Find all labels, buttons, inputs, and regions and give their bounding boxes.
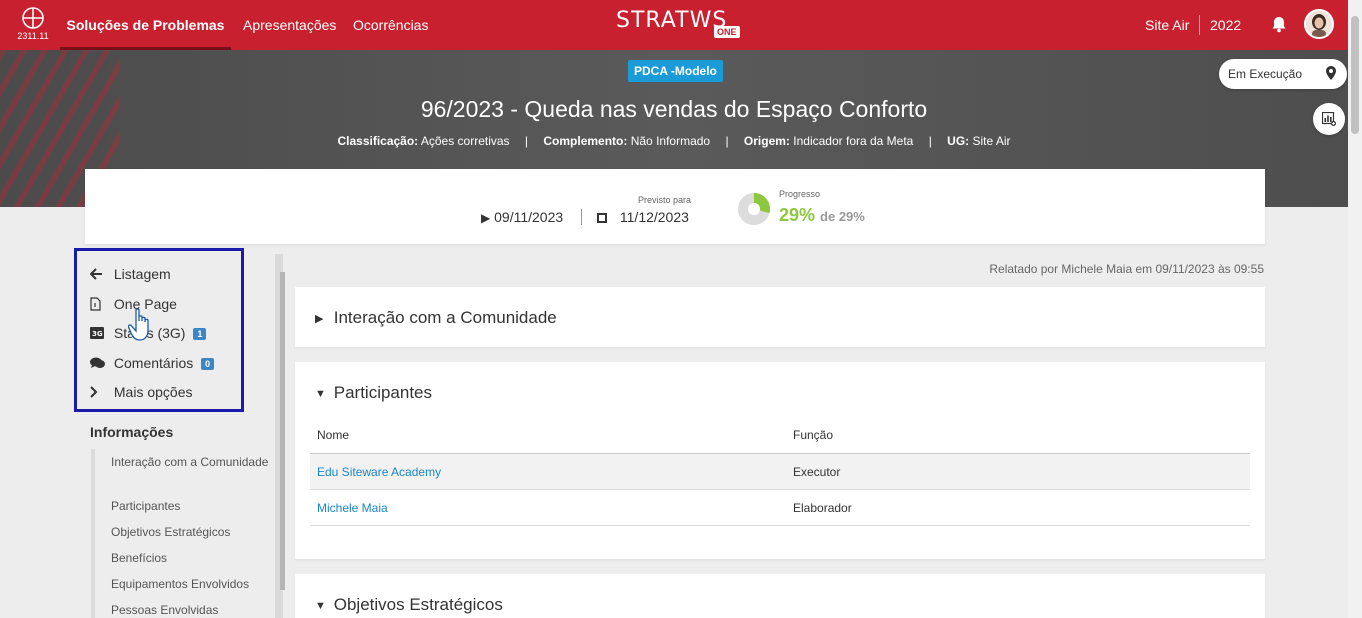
progress-label: Progresso <box>779 189 821 199</box>
meta-value-complemento: Não Informado <box>630 134 711 148</box>
panel-community: ▶ Interação com a Comunidade <box>295 287 1265 347</box>
top-navbar: 2311.11 Soluções de Problemas Apresentaç… <box>0 0 1362 50</box>
comments-count-badge: 0 <box>201 358 215 371</box>
model-badge: PDCA -Modelo <box>628 60 723 82</box>
date-progress-card: ▶ 09/11/2023 Previsto para 11/12/2023 Pr… <box>85 169 1265 244</box>
start-date-value: 09/11/2023 <box>494 209 564 225</box>
info-nav-list: Interação com a Comunidade Participantes… <box>91 449 271 618</box>
panel-objectives-header[interactable]: ▼ Objetivos Estratégicos <box>315 595 503 615</box>
participant-link[interactable]: Michele Maia <box>317 501 388 515</box>
play-icon: ▶ <box>481 211 491 225</box>
chart-add-icon <box>1322 112 1336 126</box>
user-avatar[interactable] <box>1304 9 1334 39</box>
meta-separator: | <box>928 134 932 148</box>
status-selector[interactable]: Em Execução <box>1219 59 1347 89</box>
nav-solucoes[interactable]: Soluções de Problemas <box>60 0 231 50</box>
logo-icon <box>22 7 44 29</box>
status-count-badge: 1 <box>193 328 207 341</box>
end-date: 11/12/2023 <box>597 209 689 225</box>
sidebar-item-label: Mais opções <box>113 384 193 400</box>
panel-participants-header[interactable]: ▼ Participantes <box>315 383 432 403</box>
meta-label-origem: Origem: <box>743 134 790 148</box>
brand-logo[interactable]: STRATWS ONE <box>616 8 740 42</box>
meta-value-classificacao: Ações corretivas <box>420 134 510 148</box>
page-scrollbar-thumb[interactable] <box>1351 16 1359 134</box>
panel-objectives: ▼ Objetivos Estratégicos <box>295 574 1265 618</box>
divider <box>581 209 582 225</box>
panel-participants: ▼ Participantes Nome Função Edu Siteware… <box>295 362 1265 559</box>
caret-down-icon: ▼ <box>315 599 326 612</box>
end-date-value: 11/12/2023 <box>619 209 689 225</box>
brand-name: STRATWS <box>616 8 728 33</box>
svg-text:3G: 3G <box>92 330 103 338</box>
page-scrollbar[interactable] <box>1348 0 1362 618</box>
brand-suffix: ONE <box>714 26 740 38</box>
panel-title: Interação com a Comunidade <box>333 308 557 327</box>
info-item-interacao[interactable]: Interação com a Comunidade <box>111 454 271 471</box>
info-item-objetivos[interactable]: Objetivos Estratégicos <box>111 524 271 541</box>
table-row: Michele Maia Elaborador <box>310 489 1250 526</box>
status-label: Em Execução <box>1228 67 1303 81</box>
document-icon <box>90 297 110 314</box>
meta-label-classificacao: Classificação: <box>337 134 419 148</box>
app-version: 2311.11 <box>17 31 49 41</box>
panel-title: Participantes <box>333 383 433 402</box>
progress-value: 29% de 29% <box>779 205 865 226</box>
meta-label-ug: UG: <box>947 134 970 148</box>
meta-label-complemento: Complemento: <box>543 134 628 148</box>
reported-by: Relatado por Michele Maia em 09/11/2023 … <box>989 262 1264 276</box>
column-header-nome: Nome <box>310 417 786 454</box>
site-selector[interactable]: Site Air <box>1145 17 1189 33</box>
participants-table: Nome Função Edu Siteware Academy Executo… <box>310 417 1250 526</box>
panel-title: Objetivos Estratégicos <box>333 595 503 614</box>
status-3g-icon: 3G <box>90 326 110 342</box>
meta-value-origem: Indicador fora da Meta <box>793 134 914 148</box>
caret-right-icon: ▶ <box>315 313 324 326</box>
bell-icon[interactable] <box>1271 16 1287 38</box>
participant-link[interactable]: Edu Siteware Academy <box>317 465 441 479</box>
table-row: Edu Siteware Academy Executor <box>310 453 1250 490</box>
progress-donut <box>738 193 770 225</box>
info-item-participantes[interactable]: Participantes <box>111 498 271 515</box>
participant-role-cell: Executor <box>786 453 1250 490</box>
info-item-beneficios[interactable]: Benefícios <box>111 550 271 567</box>
sidebar-item-label: Comentários <box>113 355 194 371</box>
nav-apresentacoes[interactable]: Apresentações <box>243 0 336 50</box>
problem-meta: Classificação: Ações corretivas | Comple… <box>0 134 1348 148</box>
meta-value-ug: Site Air <box>972 134 1011 148</box>
chevron-right-icon <box>90 385 110 401</box>
comments-icon <box>90 356 110 372</box>
table-header-row: Nome Função <box>310 417 1250 454</box>
info-item-equipamentos[interactable]: Equipamentos Envolvidos <box>111 576 271 593</box>
sidebar-scrollbar-thumb[interactable] <box>280 272 285 590</box>
progress-of: de 29% <box>820 209 865 224</box>
caret-down-icon: ▼ <box>315 387 326 400</box>
stop-icon <box>597 213 607 223</box>
nav-ocorrencias[interactable]: Ocorrências <box>353 0 428 50</box>
add-report-button[interactable] <box>1313 103 1345 135</box>
sidebar-item-comentarios[interactable]: Comentários 0 <box>90 355 215 372</box>
meta-separator: | <box>725 134 729 148</box>
progress-percent: 29% <box>779 205 816 225</box>
app-logo[interactable]: 2311.11 <box>16 6 50 41</box>
meta-separator: | <box>524 134 529 148</box>
participant-name-cell: Michele Maia <box>310 489 786 526</box>
hand-cursor-icon <box>128 308 149 341</box>
map-pin-icon <box>1326 66 1336 83</box>
page-title: 96/2023 - Queda nas vendas do Espaço Con… <box>420 96 928 122</box>
start-date: ▶ 09/11/2023 <box>481 209 563 225</box>
sidebar-item-mais-opcoes[interactable]: Mais opções <box>90 384 192 401</box>
year-selector[interactable]: 2022 <box>1210 17 1241 33</box>
info-item-pessoas[interactable]: Pessoas Envolvidas <box>111 602 271 618</box>
divider <box>1199 15 1200 35</box>
panel-community-header[interactable]: ▶ Interação com a Comunidade <box>315 308 557 328</box>
participant-name-cell: Edu Siteware Academy <box>310 453 786 490</box>
column-header-funcao: Função <box>786 417 1250 454</box>
info-title: Informações <box>90 424 174 440</box>
participant-role-cell: Elaborador <box>786 489 1250 526</box>
planned-label: Previsto para <box>638 195 692 205</box>
